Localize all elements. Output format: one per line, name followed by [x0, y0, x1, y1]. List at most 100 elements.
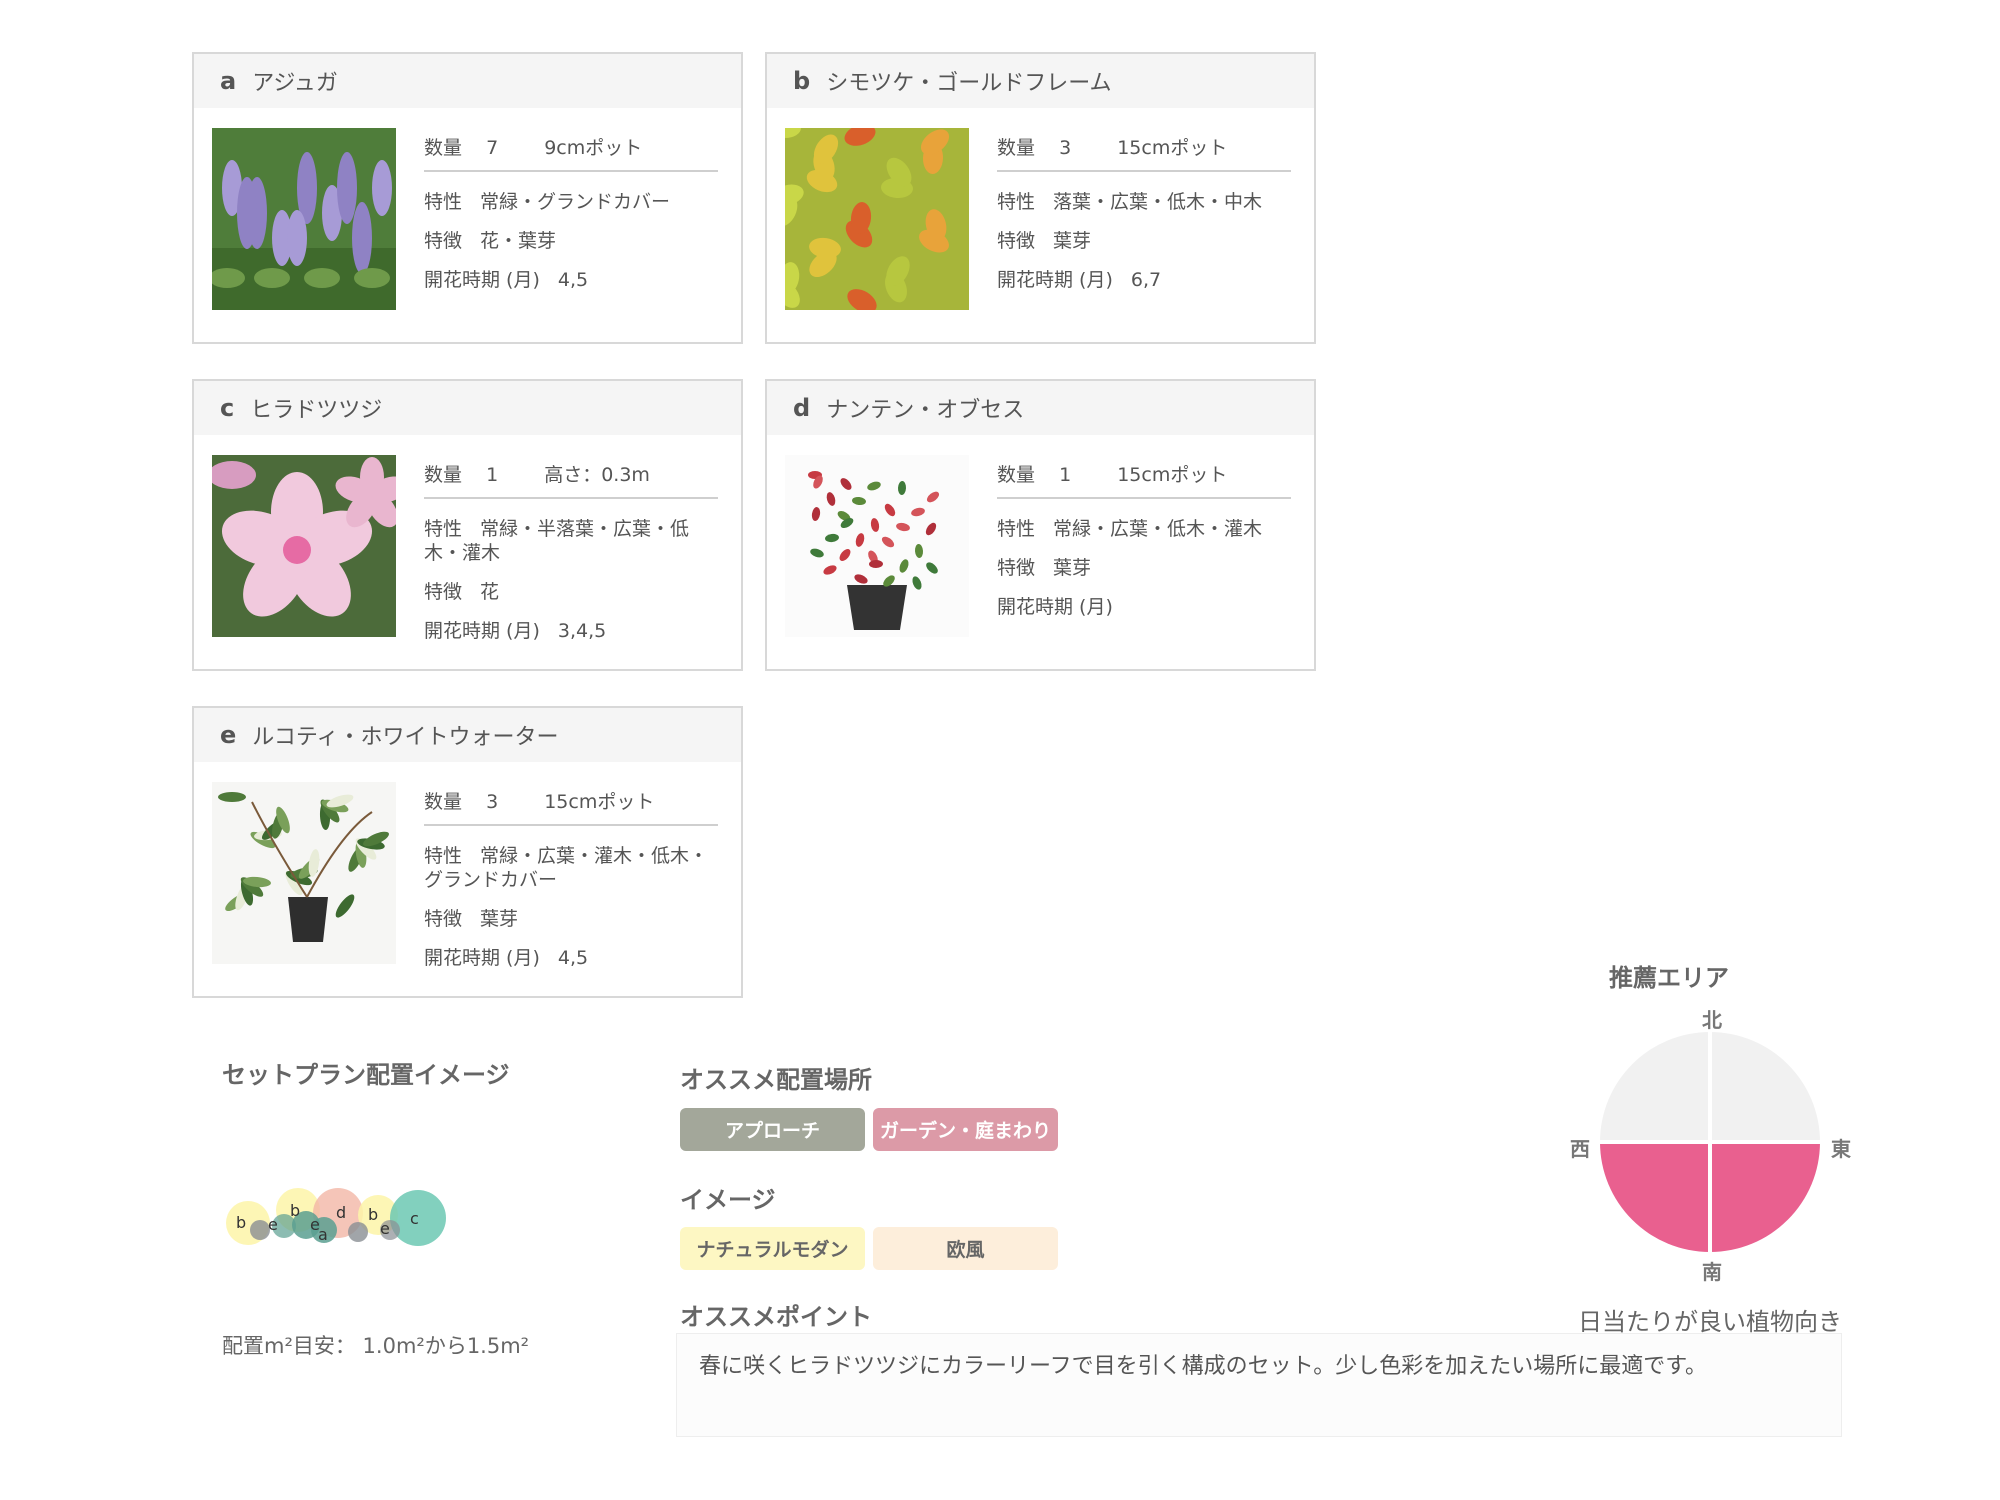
tag-european[interactable]: 欧風 [873, 1227, 1058, 1270]
bubble-letter: d [336, 1203, 346, 1222]
quantity-row: 数量 3 15cmポット [424, 790, 718, 826]
feature-value: 花・葉芽 [480, 230, 557, 252]
trait-label: 特性 [997, 191, 1036, 213]
bloom-value: 3,4,5 [557, 620, 607, 642]
plant-card-b: b シモツケ・ゴールドフレーム 数量 3 15cmポット 特性 落葉・広葉・低木・… [765, 52, 1316, 344]
plant-photo [212, 128, 396, 310]
card-letter: d [793, 394, 811, 422]
quantity-row: 数量 1 15cmポット [997, 463, 1291, 499]
quantity-label: 数量 [997, 464, 1036, 486]
point-title: オススメポイント [680, 1303, 872, 1331]
bloom-row: 開花時期 (月) 4,5 [424, 946, 718, 970]
plant-info: 数量 1 高さ：0.3m 特性 常緑・半落葉・広葉・低木・灌木 特徴花 開花時期 … [424, 463, 718, 658]
plant-name: ヒラドツツジ [250, 398, 383, 423]
plant-card-e: e ルコティ・ホワイトウォーター 数量 3 15cmポット 特性 常緑・広葉・灌木… [192, 706, 743, 998]
trait-value: 常緑・グランドカバー [480, 191, 671, 213]
plant-photo [212, 782, 396, 964]
quadrant-north-east [1710, 1032, 1820, 1142]
image-title: イメージ [680, 1186, 776, 1214]
trait-value: 常緑・広葉・灌木・低木・グランドカバー [424, 845, 709, 891]
quantity-row: 数量 7 9cmポット [424, 136, 718, 172]
tag-garden[interactable]: ガーデン・庭まわり [873, 1108, 1058, 1151]
bubble-letter: e [268, 1215, 278, 1234]
plant-photo [785, 128, 969, 310]
bubble-gray-2 [348, 1222, 368, 1242]
pot-size: 15cmポット [544, 791, 655, 813]
quadrant-south-west [1600, 1142, 1710, 1252]
bloom-row: 開花時期 (月) 6,7 [997, 268, 1291, 292]
quantity-label: 数量 [424, 791, 463, 813]
feature-row: 特徴 葉芽 [424, 907, 718, 931]
plant-name: ナンテン・オブセス [826, 398, 1025, 423]
bloom-label: 開花時期 (月) [424, 947, 540, 969]
trait-label: 特性 [424, 518, 463, 540]
compass-east: 東 [1831, 1137, 1851, 1161]
bubble-letter: b [368, 1205, 378, 1224]
tag-natural-modern[interactable]: ナチュラルモダン [680, 1227, 865, 1270]
trait-label: 特性 [424, 845, 463, 867]
area-caption: 日当たりが良い植物向き [1578, 1308, 1842, 1336]
trait-row: 特性 常緑・半落葉・広葉・低木・灌木 [424, 517, 718, 565]
feature-value: 葉芽 [1053, 557, 1092, 579]
quadrant-north-west [1600, 1032, 1710, 1142]
plant-info: 数量 7 9cmポット 特性 常緑・グランドカバー 特徴 花・葉芽 開花時期 (月)… [424, 136, 718, 307]
quantity-row: 数量 3 15cmポット [997, 136, 1291, 172]
plant-photo [212, 455, 396, 637]
card-letter: e [220, 721, 237, 749]
pot-size: 15cmポット [1117, 464, 1228, 486]
plant-name: シモツケ・ゴールドフレーム [826, 71, 1112, 96]
card-letter: b [793, 67, 811, 95]
spiraea-illustration [785, 128, 969, 310]
bloom-row: 開花時期 (月) 3,4,5 [424, 619, 718, 643]
area-note: 配置m²目安： 1.0m²から1.5m² [222, 1334, 530, 1358]
sun-exposure-compass [1600, 1032, 1820, 1252]
feature-row: 特徴 花・葉芽 [424, 229, 718, 253]
plant-card-d: d ナンテン・オブセス 数量 1 15cmポット 特性 常緑・広葉・低木・灌木 特… [765, 379, 1316, 671]
feature-label: 特徴 [424, 908, 463, 930]
trait-row: 特性 常緑・グランドカバー [424, 190, 718, 214]
quantity-row: 数量 1 高さ：0.3m [424, 463, 718, 499]
bubble-letter: e [380, 1219, 390, 1238]
nandina-illustration [785, 455, 969, 637]
compass-north: 北 [1702, 1008, 1722, 1032]
leucothoe-illustration [212, 782, 396, 964]
plant-photo [785, 455, 969, 637]
bubble-letter: c [410, 1209, 419, 1228]
trait-label: 特性 [424, 191, 463, 213]
bubble-letter: b [290, 1201, 300, 1220]
card-header: b シモツケ・ゴールドフレーム [767, 54, 1314, 108]
card-header: e ルコティ・ホワイトウォーター [194, 708, 741, 762]
trait-value: 常緑・広葉・低木・灌木 [1053, 518, 1263, 540]
plant-card-c: c ヒラドツツジ 数量 1 高さ：0.3m 特性 常緑・半落葉・広葉・低木・灌木 … [192, 379, 743, 671]
compass-west: 西 [1570, 1137, 1590, 1161]
card-header: a アジュガ [194, 54, 741, 108]
trait-value: 落葉・広葉・低木・中木 [1053, 191, 1263, 213]
tag-approach[interactable]: アプローチ [680, 1108, 865, 1151]
plant-name: ルコティ・ホワイトウォーター [252, 725, 559, 750]
quantity-value: 1 [486, 464, 499, 486]
bloom-row: 開花時期 (月) [997, 595, 1291, 619]
plant-name: アジュガ [252, 71, 338, 96]
trait-label: 特性 [997, 518, 1036, 540]
placement-title: オススメ配置場所 [680, 1066, 872, 1094]
ajuga-illustration [212, 128, 396, 310]
quantity-label: 数量 [997, 137, 1036, 159]
plant-info: 数量 1 15cmポット 特性 常緑・広葉・低木・灌木 特徴 葉芽 開花時期 (月) [997, 463, 1291, 634]
card-letter: a [220, 67, 237, 95]
feature-value: 葉芽 [480, 908, 519, 930]
card-header: d ナンテン・オブセス [767, 381, 1314, 435]
bloom-value: 6,7 [1130, 269, 1162, 291]
quantity-label: 数量 [424, 137, 463, 159]
pot-size: 高さ：0.3m [544, 464, 650, 486]
plant-card-a: a アジュガ 数量 7 9cmポット 特性常緑・グランドカバー 特徴花・葉芽 [192, 52, 743, 344]
area-title: 推薦エリア [1609, 964, 1729, 992]
quantity-value: 1 [1059, 464, 1072, 486]
quantity-value: 3 [486, 791, 499, 813]
pot-size: 9cmポット [544, 137, 643, 159]
feature-value: 花 [480, 581, 500, 603]
feature-row: 特徴 葉芽 [997, 556, 1291, 580]
plant-info: 数量 3 15cmポット 特性 落葉・広葉・低木・中木 特徴 葉芽 開花時期 (月)… [997, 136, 1291, 307]
azalea-illustration [212, 455, 396, 637]
quantity-value: 3 [1059, 137, 1072, 159]
bloom-label: 開花時期 (月) [424, 269, 540, 291]
